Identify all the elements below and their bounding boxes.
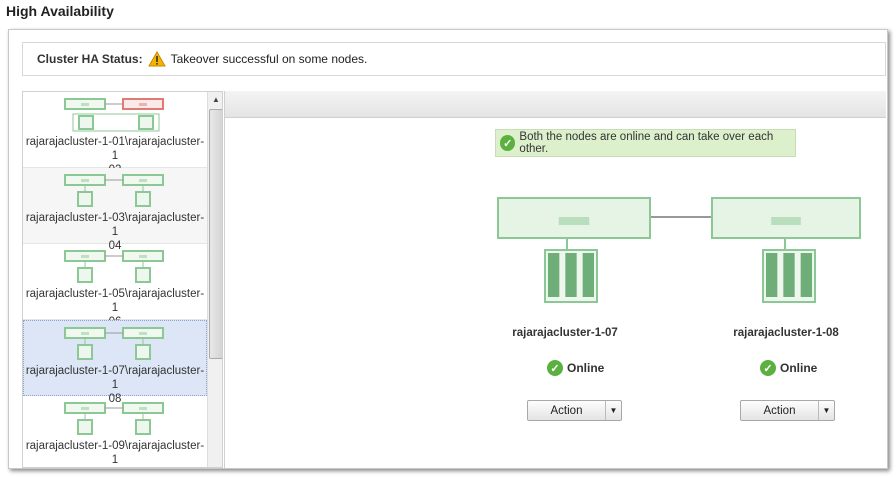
- node-server-icon: [711, 197, 861, 239]
- pair-name-line1: rajarajacluster-1-05\rajarajacluster-1: [25, 288, 205, 314]
- warning-icon: [147, 51, 166, 67]
- status-text: Online: [780, 361, 818, 375]
- ha-pair-icon: [64, 98, 164, 132]
- chevron-down-icon[interactable]: ▼: [818, 401, 834, 420]
- scrollbar[interactable]: ▲: [207, 92, 222, 467]
- list-item[interactable]: rajarajacluster-1-01\rajarajacluster-102: [23, 92, 207, 176]
- pair-message: ✓ Both the nodes are online and can take…: [495, 129, 796, 157]
- action-button[interactable]: Action ▼: [740, 400, 835, 421]
- ha-pair-list: rajarajacluster-1-01\rajarajacluster-102…: [22, 91, 223, 468]
- scroll-up-icon[interactable]: ▲: [208, 95, 222, 104]
- ha-pair-icon: [64, 250, 164, 283]
- pair-name-line1: rajarajacluster-1-01\rajarajacluster-1: [25, 136, 205, 162]
- detail-header-bar: [225, 91, 886, 118]
- pair-name-line1: rajarajacluster-1-07\rajarajacluster-1: [25, 365, 205, 391]
- node-server-icon: [497, 197, 651, 239]
- pair-name-line2: 10: [23, 467, 207, 468]
- list-item[interactable]: rajarajacluster-1-09\rajarajacluster-110: [23, 396, 207, 468]
- action-label[interactable]: Action: [528, 401, 605, 420]
- page-title: High Availability: [6, 3, 114, 19]
- list-item[interactable]: rajarajacluster-1-05\rajarajacluster-106: [23, 244, 207, 328]
- check-icon: ✓: [500, 135, 516, 151]
- action-label[interactable]: Action: [741, 401, 818, 420]
- list-item[interactable]: rajarajacluster-1-03\rajarajacluster-1 04: [23, 168, 207, 252]
- ha-pair-icon: [64, 174, 164, 207]
- list-item[interactable]: rajarajacluster-1-07\rajarajacluster-1 08: [23, 320, 207, 405]
- action-button[interactable]: Action ▼: [527, 400, 622, 421]
- status-text: Online: [567, 361, 605, 375]
- message-text: Both the nodes are online and can take o…: [519, 131, 774, 155]
- status-label: Cluster HA Status:: [37, 52, 143, 66]
- cluster-ha-status: Cluster HA Status: Takeover successful o…: [22, 42, 886, 76]
- ha-pair-diagram: [497, 197, 861, 303]
- node-status: ✓ Online: [760, 360, 817, 376]
- pair-name-line1: rajarajacluster-1-03\rajarajacluster-1: [25, 212, 205, 238]
- check-icon: ✓: [760, 360, 776, 376]
- status-text: Takeover successful on some nodes.: [170, 52, 368, 66]
- check-icon: ✓: [547, 360, 563, 376]
- node-name: rajarajacluster-1-08: [733, 327, 839, 339]
- node-status: ✓ Online: [547, 360, 604, 376]
- pair-name-line1: rajarajacluster-1-09\rajarajacluster-1: [25, 440, 205, 466]
- ha-pair-icon: [64, 402, 164, 435]
- scroll-thumb[interactable]: [209, 109, 222, 359]
- ha-pair-icon: [64, 327, 164, 360]
- chevron-down-icon[interactable]: ▼: [605, 401, 621, 420]
- node-name: rajarajacluster-1-07: [512, 327, 618, 339]
